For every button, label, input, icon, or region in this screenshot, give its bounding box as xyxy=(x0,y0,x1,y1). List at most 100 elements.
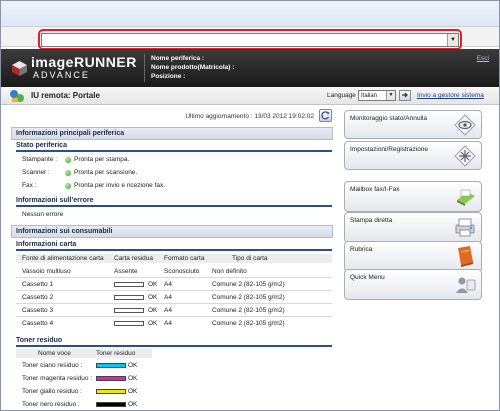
paper-level-bar xyxy=(114,321,144,326)
paper-type: Comune 2 (82-105 g/m2) xyxy=(212,320,285,327)
fax-status: Pronta per invio e ricezione fax. xyxy=(74,182,166,189)
status-monitor-button[interactable]: Monitoraggio stato/Annulla xyxy=(344,110,482,139)
button-label: Impostazioni/Registrazione xyxy=(350,146,429,153)
paper-size: A4 xyxy=(164,320,172,327)
apply-arrow-icon xyxy=(402,92,408,98)
quick-menu-icon xyxy=(456,277,476,293)
refresh-button[interactable] xyxy=(319,109,332,122)
error-text: Nessun errore xyxy=(22,211,64,218)
status-ok-icon xyxy=(65,170,71,176)
status-ok-icon xyxy=(65,157,71,163)
button-label: Rubrica xyxy=(350,246,373,253)
col-paper-type: Tipo di carta xyxy=(232,255,268,262)
device-info-header: Informazioni principali periferica xyxy=(11,127,333,140)
address-book-icon xyxy=(458,246,473,267)
eye-icon xyxy=(454,114,476,136)
col-toner-name: Nome voce xyxy=(38,350,71,357)
last-update-text: Ultimo aggiornamento : 13/03 2012 19:02:… xyxy=(185,113,314,120)
printer-label: Stampante : xyxy=(22,156,58,163)
scanner-label: Scanner : xyxy=(22,169,50,176)
url-dropdown-input[interactable] xyxy=(41,33,459,47)
button-label: Quick Menu xyxy=(350,274,385,281)
col-paper-size: Formato carta xyxy=(164,255,205,262)
col-toner-remaining: Toner residuo xyxy=(96,350,136,357)
quick-menu-button[interactable]: Quick Menu xyxy=(344,269,482,300)
table-row: Toner ciano residuo : xyxy=(22,362,83,369)
chevron-down-icon: ▼ xyxy=(386,91,395,100)
row-divider xyxy=(16,303,332,304)
remote-ui-icon xyxy=(10,90,24,102)
toner-value: OK xyxy=(128,388,138,395)
row-divider xyxy=(16,316,332,317)
paper-level-bar xyxy=(114,308,144,313)
toner-yellow-bar xyxy=(96,389,126,394)
main-content: Ultimo aggiornamento : 13/03 2012 19:02:… xyxy=(10,109,334,409)
table-row: Cassetto 4 xyxy=(22,320,54,327)
mailbox-fax-button[interactable]: Mailbox fax/I-Fax xyxy=(344,181,482,212)
status-ok-icon xyxy=(65,183,71,189)
location-label: Posizione : xyxy=(151,73,186,80)
product-header: imageRUNNER ADVANCE Nome periferica : No… xyxy=(1,49,499,87)
page-title: IU remota: Portale xyxy=(31,91,100,100)
row-divider xyxy=(16,290,332,291)
paper-level-bar xyxy=(114,282,144,287)
device-status-header: Stato periferica xyxy=(16,142,332,152)
error-info-header: Informazioni sull'errore xyxy=(16,197,332,207)
admin-link[interactable]: Invio a gestore sistema xyxy=(417,92,484,99)
settings-registration-button[interactable]: Impostazioni/Registrazione xyxy=(344,141,482,170)
table-row: Vassoio multiuso xyxy=(22,268,71,275)
toner-header: Toner residuo xyxy=(16,337,332,347)
table-row: Toner giallo residuo : xyxy=(22,388,82,395)
paper-remaining: Assente xyxy=(114,268,138,275)
device-name-label: Nome periferica : xyxy=(151,55,205,62)
header-divider xyxy=(144,54,145,82)
paper-type: Comune 2 (82-105 g/m2) xyxy=(212,307,285,314)
toner-magenta-bar xyxy=(96,376,126,381)
language-apply-button[interactable] xyxy=(399,90,411,101)
printer-icon xyxy=(455,218,475,237)
language-select[interactable]: Italian ▼ xyxy=(358,90,396,101)
table-row: Toner magenta residuo : xyxy=(22,375,93,382)
dropdown-arrow-icon[interactable]: ▼ xyxy=(447,34,458,46)
col-paper-source: Fonte di alimentazione carta xyxy=(22,255,104,262)
paper-remaining: OK xyxy=(148,294,158,301)
button-label: Monitoraggio stato/Annulla xyxy=(350,115,427,122)
paper-size: A4 xyxy=(164,294,172,301)
direct-print-button[interactable]: Stampa diretta xyxy=(344,212,482,243)
exit-link[interactable]: Esci xyxy=(477,55,489,62)
table-row: Cassetto 3 xyxy=(22,307,54,314)
paper-remaining: OK xyxy=(148,320,158,327)
brand-subtitle: ADVANCE xyxy=(33,70,90,80)
refresh-icon xyxy=(321,111,330,120)
language-value: Italian xyxy=(361,93,378,99)
table-row: Toner nero residuo : xyxy=(22,401,80,408)
mailbox-icon xyxy=(457,189,475,206)
paper-size: Sconosciuto xyxy=(164,268,200,275)
language-label: Language xyxy=(327,92,356,99)
paper-size: A4 xyxy=(164,281,172,288)
product-name-label: Nome prodotto(Matricola) : xyxy=(151,64,235,71)
browser-toolbar xyxy=(1,1,499,27)
address-book-button[interactable]: Rubrica xyxy=(344,241,482,272)
consumables-header: Informazioni sui consumabili xyxy=(11,225,333,238)
canon-cube-logo-icon xyxy=(12,61,27,76)
settings-star-icon xyxy=(454,145,476,167)
paper-type: Comune 2 (82-105 g/m2) xyxy=(212,294,285,301)
table-row: Cassetto 2 xyxy=(22,294,54,301)
col-paper-remaining: Carta residua xyxy=(114,255,154,262)
paper-level-bar xyxy=(114,295,144,300)
paper-remaining: OK xyxy=(148,281,158,288)
toner-value: OK xyxy=(128,362,138,369)
row-divider xyxy=(16,277,332,278)
paper-type: Non definito xyxy=(212,268,247,275)
paper-size: A4 xyxy=(164,307,172,314)
paper-type: Comune 2 (82-105 g/m2) xyxy=(212,281,285,288)
fax-label: Fax : xyxy=(22,182,37,189)
paper-info-header: Informazioni carta xyxy=(16,241,332,251)
scanner-status: Pronta per scansione. xyxy=(74,169,138,176)
title-bar: IU remota: Portale Language Italian ▼ In… xyxy=(1,87,499,105)
toner-black-bar xyxy=(96,402,126,407)
toner-value: OK xyxy=(128,375,138,382)
paper-remaining: OK xyxy=(148,307,158,314)
button-label: Mailbox fax/I-Fax xyxy=(350,186,400,193)
